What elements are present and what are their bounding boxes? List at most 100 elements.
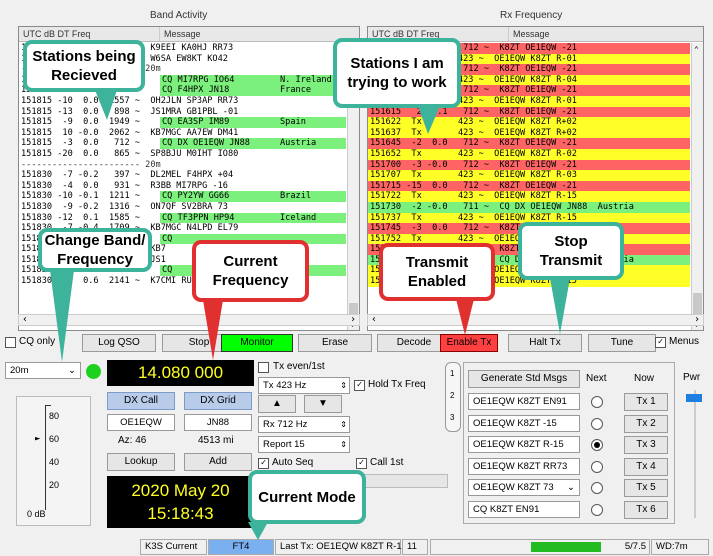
tx-even-checkbox[interactable] — [258, 362, 269, 373]
cq-message-text: CQ EA3SP IM89 — [162, 117, 230, 128]
next-radio[interactable] — [591, 439, 603, 451]
next-radio[interactable] — [591, 460, 603, 473]
rx-frequency-row[interactable]: 151730 -2 -0.0 711 ~ CQ DX OE1EQW JN88 A… — [368, 201, 690, 213]
chevron-right-icon[interactable]: › — [350, 314, 356, 325]
tx-freq-value: Tx 423 Hz — [263, 380, 307, 391]
hold-tx-freq-checkbox[interactable]: ✓ — [354, 380, 365, 391]
rx-frequency-row[interactable]: 151722 Tx 423 ~ OE1EQW K8ZT R-15 — [368, 191, 690, 202]
band-activity-row[interactable]: 151815 -9 0.0 1949 ~ CQ EA3SP IM89 Spain — [19, 117, 346, 128]
chevron-right-icon[interactable]: › — [694, 314, 700, 325]
rx-frequency-row[interactable]: 151700 -3 -0.0 712 ~ K8ZT OE1EQW -21 — [368, 159, 690, 171]
tx-message-field[interactable]: OE1EQW K8ZT -15 — [468, 414, 580, 432]
tx-now-button[interactable]: Tx 6 — [624, 500, 668, 519]
meter-tick-40: 40 — [49, 457, 60, 467]
tab-2[interactable]: 2 — [450, 391, 454, 400]
call-1st-checkbox[interactable]: ✓ — [356, 458, 367, 469]
add-button[interactable]: Add — [184, 453, 252, 471]
band-activity-row[interactable]: 151815 -10 0.0 1557 ~ OH2JLN SP3AP RR73 — [19, 96, 346, 107]
dx-grid-field[interactable]: JN88 — [184, 414, 252, 431]
callout-pointer — [550, 278, 570, 334]
distance-label: 4513 mi — [198, 435, 234, 446]
band-select[interactable]: 20m ⌄ — [5, 362, 81, 379]
row-text: 151830 -7 -0.2 397 ~ DL2MEL F4HPX +04 — [21, 170, 234, 181]
power-slider[interactable] — [685, 390, 705, 520]
halt-tx-button[interactable]: Halt Tx — [508, 334, 582, 352]
tx-message-field[interactable]: OE1EQW K8ZT EN91 — [468, 393, 580, 410]
tx-message-field[interactable]: OE1EQW K8ZT RR73 — [468, 457, 580, 475]
power-slider-handle[interactable] — [686, 394, 702, 402]
tx-freq-spinbox[interactable]: Tx 423 Hz ⇕ — [258, 377, 350, 394]
band-activity-row[interactable]: 151830 -9 -0.2 1316 ~ ON7QF SV2BRA 73 — [19, 202, 346, 213]
next-radio[interactable] — [591, 503, 603, 516]
tx-now-button[interactable]: Tx 5 — [624, 479, 668, 497]
chevron-up-icon[interactable]: ⌃ — [694, 45, 699, 54]
callout-current-frequency: Current Frequency — [192, 240, 309, 302]
rx-frequency-row[interactable]: 151707 Tx 423 ~ OE1EQW K8ZT R-03 — [368, 170, 690, 181]
band-activity-row[interactable]: ----------------------- 20m — [19, 160, 346, 171]
cq-message: CQ F4HPX JN18 France — [160, 85, 346, 96]
rx-frequency-row[interactable]: 151615 2 0.1 712 ~ K8ZT OE1EQW -21 — [368, 106, 690, 118]
lookup-button[interactable]: Lookup — [107, 453, 175, 471]
tx-message-field[interactable]: OE1EQW K8ZT 73 ⌄ — [468, 479, 580, 496]
band-activity-row[interactable]: 151830 -10 -0.1 1211 ~ CQ PY2YW GG66 Brazi… — [19, 191, 346, 202]
rx-frequency-scrollbar[interactable]: ⌃ ⌄ — [691, 43, 703, 330]
spin-arrows-icon[interactable]: ⇕ — [340, 417, 347, 432]
tx-now-button[interactable]: Tx 3 — [624, 436, 668, 454]
country-label: Brazil — [280, 191, 312, 202]
dx-grid-button[interactable]: DX Grid — [184, 392, 252, 410]
tx-to-rx-button[interactable]: ▲ — [258, 395, 296, 413]
chevron-left-icon[interactable]: ‹ — [371, 314, 377, 325]
erase-button[interactable]: Erase — [298, 334, 372, 352]
message-tabs[interactable]: 1 2 3 — [445, 362, 461, 432]
spin-arrows-icon[interactable]: ⇕ — [340, 378, 347, 393]
tx-now-button[interactable]: Tx 1 — [624, 393, 668, 411]
band-activity-row[interactable]: 151830 -12 0.1 1585 ~ CQ TF3PPN HP94 Icela… — [19, 212, 346, 224]
rx-frequency-row[interactable]: 151715 -15 0.0 712 ~ K8ZT OE1EQW -21 — [368, 180, 690, 192]
next-radio[interactable] — [591, 396, 603, 408]
tx-now-button[interactable]: Tx 2 — [624, 414, 668, 433]
tx-message-field[interactable]: OE1EQW K8ZT R-15 — [468, 436, 580, 453]
generate-std-msgs-button[interactable]: Generate Std Msgs — [468, 370, 580, 388]
tx-now-button[interactable]: Tx 4 — [624, 457, 668, 476]
frequency-display[interactable]: 14.080 000 — [107, 360, 254, 386]
next-radio[interactable] — [591, 417, 603, 430]
tab-1[interactable]: 1 — [450, 369, 454, 378]
rx-frequency-row[interactable]: 151622 Tx 423 ~ OE1EQW K8ZT R+02 — [368, 117, 690, 128]
tx-even-label: Tx even/1st — [273, 361, 325, 372]
band-activity-row[interactable]: 151815 -3 0.0 712 ~ CQ DX OE1EQW JN88 Aust… — [19, 138, 346, 149]
tab-3[interactable]: 3 — [450, 413, 454, 422]
band-activity-row[interactable]: 151830 -4 0.0 931 ~ R3BB MI7RPG -16 — [19, 181, 346, 192]
chevron-down-icon[interactable]: ⌄ — [567, 480, 575, 495]
rx-frequency-row[interactable]: 151637 Tx 423 ~ OE1EQW K8ZT R+02 — [368, 127, 690, 139]
dx-call-field[interactable]: OE1EQW — [107, 414, 175, 431]
rx-to-tx-button[interactable]: ▼ — [304, 395, 342, 413]
callout-pointer — [248, 522, 268, 540]
auto-seq-label: Auto Seq — [272, 457, 314, 468]
log-qso-button[interactable]: Log QSO — [82, 334, 156, 352]
tune-button[interactable]: Tune — [588, 334, 656, 352]
rx-freq-spinbox[interactable]: Rx 712 Hz ⇕ — [258, 416, 350, 433]
band-activity-row[interactable]: 151815 10 -0.0 2062 ~ KB7MGC AA7EW DM41 — [19, 128, 346, 139]
next-radio[interactable] — [591, 482, 603, 494]
report-spinbox[interactable]: Report 15 ⇕ — [258, 436, 350, 453]
cq-only-checkbox[interactable] — [5, 337, 16, 348]
dx-call-button[interactable]: DX Call — [107, 392, 175, 410]
spin-arrows-icon[interactable]: ⇕ — [340, 437, 347, 452]
signal-meter: 80 60 40 20 ► 0 dB — [16, 396, 91, 526]
country-label: Spain — [280, 117, 306, 128]
band-activity-row[interactable]: 151815 -13 0.0 898 ~ JS1MRA GB1PBL -01 — [19, 107, 346, 118]
tx-message-field[interactable]: CQ K8ZT EN91 — [468, 500, 580, 518]
auto-seq-checkbox[interactable]: ✓ — [258, 458, 269, 469]
enable-tx-button[interactable]: Enable Tx — [440, 334, 498, 352]
rx-frequency-row[interactable]: 151645 -2 0.0 712 ~ K8ZT OE1EQW -21 — [368, 138, 690, 149]
chevron-left-icon[interactable]: ‹ — [22, 314, 28, 325]
monitor-button[interactable]: Monitor — [221, 334, 293, 352]
row-text: 151815 -10 0.0 1557 ~ OH2JLN SP3AP RR73 — [21, 95, 239, 106]
tx-message-text: OE1EQW K8ZT RR73 — [473, 460, 568, 472]
band-activity-row[interactable]: 151815 -20 0.0 865 ~ SP8BJU M0IHT IO80 — [19, 149, 346, 160]
status-watchdog: WD:7m — [651, 539, 709, 555]
band-activity-row[interactable]: 151830 -7 -0.2 397 ~ DL2MEL F4HPX +04 — [19, 170, 346, 181]
rx-frequency-row[interactable]: 151652 Tx 423 ~ OE1EQW K8ZT R-02 — [368, 148, 690, 160]
rx-frequency-hscroll[interactable]: ‹ › — [367, 314, 704, 326]
menus-checkbox[interactable]: ✓ — [655, 337, 666, 348]
